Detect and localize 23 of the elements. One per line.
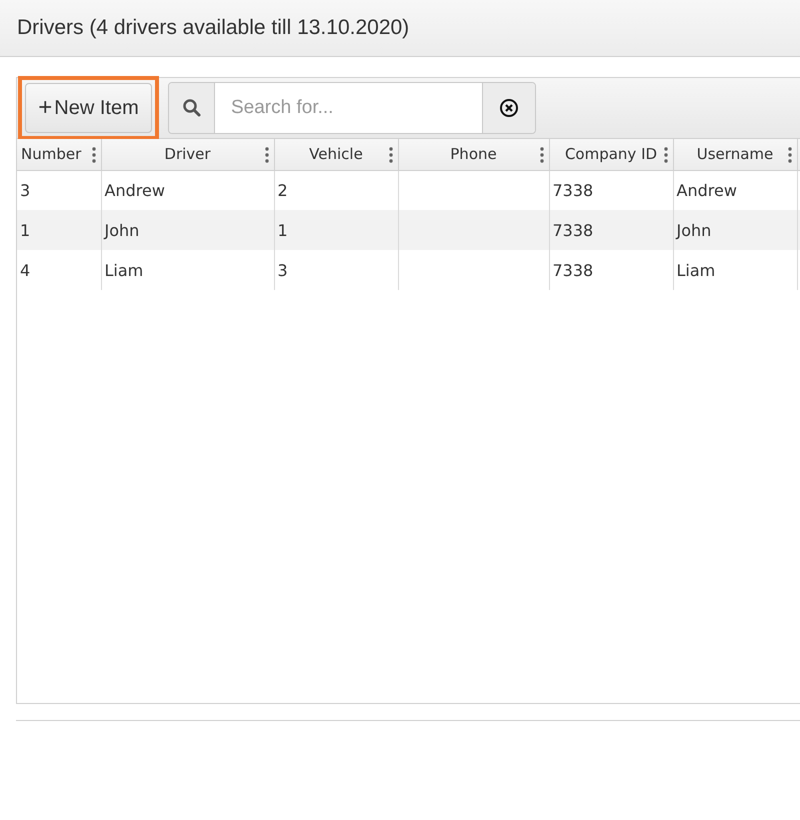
window-title: Drivers (4 drivers available till 13.10.2020) — [17, 16, 410, 40]
column-menu-icon[interactable] — [788, 147, 792, 163]
search-icon — [182, 98, 202, 118]
column-menu-icon[interactable] — [664, 147, 668, 163]
new-item-button[interactable]: +New Item — [25, 83, 152, 133]
table-cell: 7338 — [549, 250, 673, 290]
column-menu-icon[interactable] — [540, 147, 544, 163]
search-field[interactable]: Search for... — [214, 83, 483, 133]
column-header[interactable]: Driver — [101, 139, 274, 170]
close-icon — [499, 98, 519, 118]
column-header[interactable]: Username — [673, 139, 797, 170]
clear-button[interactable] — [483, 83, 535, 133]
table-cell: 3 — [274, 250, 398, 290]
table-cell: Liam — [673, 250, 797, 290]
table-cell: Liam — [101, 250, 274, 290]
column-header[interactable]: Phone — [398, 139, 549, 170]
table-cell: 4 — [17, 250, 101, 290]
column-header[interactable]: Vehicle — [274, 139, 398, 170]
column-header[interactable]: Number — [17, 139, 101, 170]
column-menu-icon[interactable] — [264, 147, 268, 163]
column-menu-icon[interactable] — [388, 147, 392, 163]
column-header[interactable]: Company ID — [549, 139, 673, 170]
column-menu-icon[interactable] — [92, 147, 96, 163]
